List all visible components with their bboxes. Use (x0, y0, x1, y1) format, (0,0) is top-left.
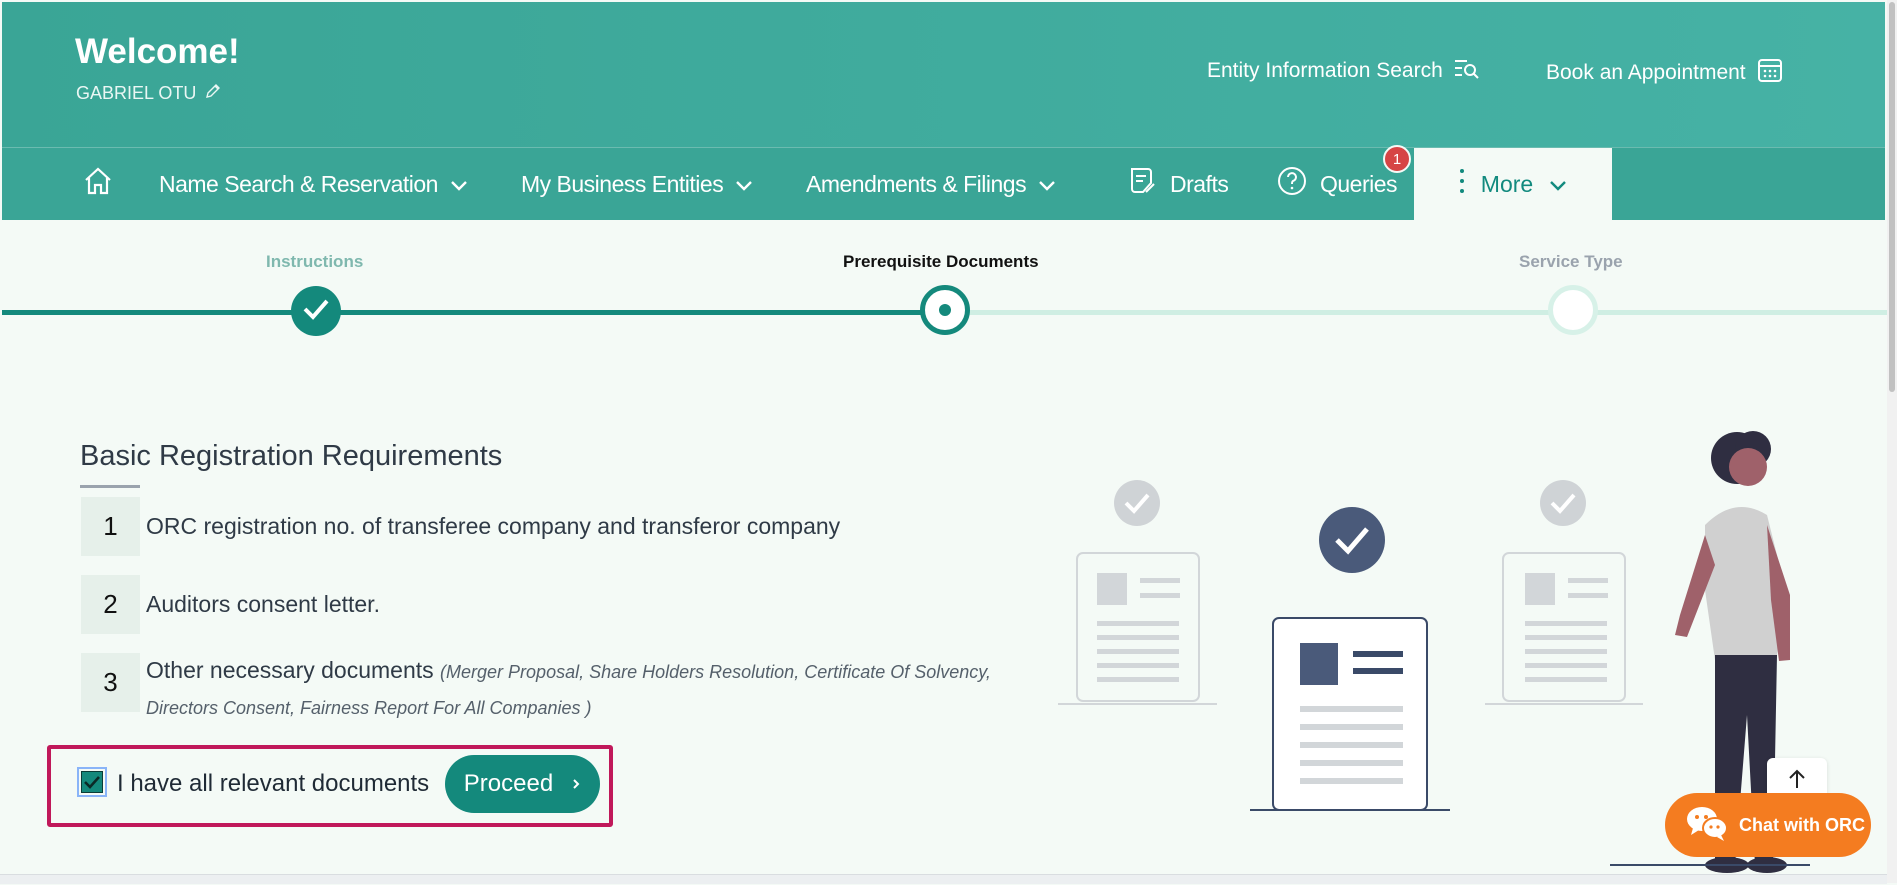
chevron-down-icon (1549, 171, 1567, 198)
document-left-icon (1058, 480, 1217, 705)
nav-amendments[interactable]: Amendments & Filings (806, 148, 1056, 220)
main-nav: Name Search & Reservation My Business En… (2, 147, 1885, 220)
chevron-down-icon (735, 171, 753, 198)
step-service-type-label: Service Type (1519, 252, 1623, 271)
nav-more-label: More (1480, 170, 1534, 197)
proceed-label: Proceed (463, 770, 554, 797)
requirement-number: 1 (81, 497, 140, 556)
page: Welcome! GABRIEL OTU Entity Information … (0, 0, 1887, 884)
chat-bubbles-icon (1685, 804, 1729, 847)
requirement-text: Auditors consent letter. (146, 591, 380, 617)
scrollbar-thumb[interactable] (1889, 2, 1895, 392)
document-center-icon (1250, 507, 1450, 811)
requirement-text: Other necessary documents (146, 657, 434, 683)
step-prerequisite-label: Prerequisite Documents (843, 252, 1039, 271)
requirement-item-3: Other necessary documents (Merger Propos… (146, 657, 991, 684)
nav-amendments-label: Amendments & Filings (806, 170, 1027, 197)
nav-drafts-label: Drafts (1170, 170, 1229, 197)
nav-drafts[interactable]: Drafts (1126, 148, 1229, 220)
nav-name-search[interactable]: Name Search & Reservation (159, 148, 468, 220)
chat-with-orc-button[interactable]: Chat with ORC (1665, 793, 1871, 857)
question-circle-icon (1276, 165, 1308, 203)
chat-label: Chat with ORC (1739, 814, 1865, 835)
step-instructions-dot (291, 286, 341, 336)
proceed-button[interactable]: Proceed (445, 755, 600, 813)
header: Welcome! GABRIEL OTU Entity Information … (2, 2, 1885, 147)
queries-notification-badge: 1 (1383, 145, 1411, 173)
requirements-title: Basic Registration Requirements (80, 440, 503, 472)
edit-pencil-icon[interactable] (204, 82, 222, 105)
entity-search-link[interactable]: Entity Information Search (1207, 56, 1481, 86)
nav-queries-label: Queries (1320, 170, 1398, 197)
active-step-center (939, 304, 951, 316)
relevant-documents-checkbox[interactable] (77, 767, 107, 797)
welcome-title: Welcome! (75, 32, 240, 71)
step-prerequisite-dot (920, 285, 970, 335)
stepper-track-complete (2, 310, 944, 315)
user-name: GABRIEL OTU (76, 82, 222, 105)
page-scrollbar[interactable] (1887, 0, 1897, 883)
home-icon (82, 166, 114, 202)
chevron-right-icon (571, 770, 581, 798)
step-instructions-label: Instructions (266, 252, 364, 271)
checkmark-icon (302, 297, 330, 326)
nav-more[interactable]: More (1414, 148, 1612, 220)
requirement-number: 2 (81, 575, 140, 634)
requirement-text: ORC registration no. of transferee compa… (146, 513, 841, 539)
vertical-dots-icon (1459, 168, 1465, 200)
book-appointment-link[interactable]: Book an Appointment (1546, 56, 1784, 90)
nav-home[interactable] (82, 148, 114, 220)
nav-name-search-label: Name Search & Reservation (159, 170, 438, 197)
book-appointment-label: Book an Appointment (1546, 61, 1746, 84)
arrow-up-icon (1787, 768, 1807, 795)
entity-search-label: Entity Information Search (1207, 59, 1443, 82)
nav-queries[interactable]: Queries (1276, 148, 1398, 220)
nav-business-entities[interactable]: My Business Entities (521, 148, 753, 220)
title-underline (80, 485, 140, 488)
chevron-down-icon (1038, 171, 1056, 198)
chevron-down-icon (450, 171, 468, 198)
checkbox-label[interactable]: I have all relevant documents (117, 770, 429, 798)
draft-document-icon (1126, 165, 1158, 203)
step-service-type-dot (1548, 285, 1598, 335)
document-right-icon (1485, 480, 1643, 705)
user-name-text: GABRIEL OTU (76, 83, 197, 103)
stepper-track-pending (944, 310, 1887, 315)
nav-business-entities-label: My Business Entities (521, 170, 724, 197)
calendar-icon (1756, 56, 1784, 90)
checkbox-checked (81, 771, 103, 793)
requirement-note-continued: Directors Consent, Fairness Report For A… (146, 698, 592, 718)
requirement-note: (Merger Proposal, Share Holders Resoluti… (440, 662, 991, 682)
requirement-number: 3 (81, 653, 140, 712)
search-list-icon (1453, 56, 1481, 86)
